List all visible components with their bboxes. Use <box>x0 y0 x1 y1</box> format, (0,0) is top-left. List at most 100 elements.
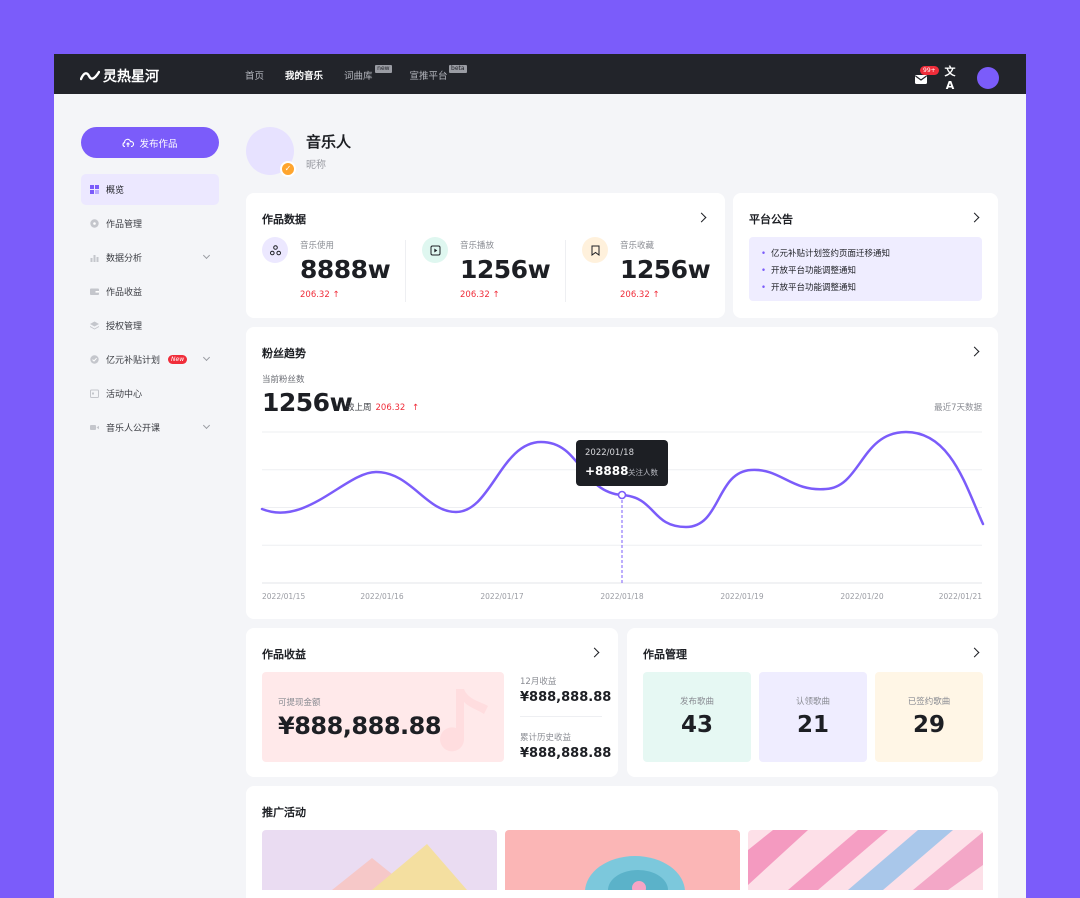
nav-my-music-label: 我的音乐 <box>285 71 324 82</box>
check-badge-icon <box>90 355 99 364</box>
promo-card: 推广活动 <box>246 786 998 898</box>
x-tick-label: 2022/01/18 <box>600 592 643 601</box>
nav-my-music[interactable]: 我的音乐 <box>285 68 323 82</box>
card-title: 作品收益 <box>262 648 306 661</box>
total-income: 累计历史收益 ¥888,888.88 <box>520 731 611 761</box>
app-window: 灵热星河 首页 我的音乐 词曲库 new 宣推平台 beta 99+ 文A 发布作品… <box>54 54 1026 898</box>
arrow-up-icon: ↑ <box>332 290 340 300</box>
sidebar-item-courses[interactable]: 音乐人公开课 <box>81 412 219 443</box>
card-title: 作品数据 <box>262 213 306 226</box>
sidebar-item-label: 活动中心 <box>106 390 143 400</box>
promo-shapes-3 <box>748 830 983 890</box>
promo-banner-3[interactable] <box>748 830 983 890</box>
translate-icon[interactable]: 文A <box>941 63 959 92</box>
notice-item[interactable]: 亿元补贴计划签约页面迁移通知 <box>761 246 970 263</box>
chevron-down-icon <box>202 353 211 362</box>
sidebar-item-subsidy[interactable]: 亿元补贴计划 New <box>81 344 219 375</box>
wallet-icon <box>90 288 99 295</box>
grid-icon <box>90 185 99 194</box>
chevron-down-icon <box>202 251 211 260</box>
notice-list: 亿元补贴计划签约页面迁移通知 开放平台功能调整通知 开放平台功能调整通知 <box>749 237 982 301</box>
beta-tag: beta <box>449 65 467 73</box>
user-avatar[interactable] <box>977 66 999 89</box>
logo-icon <box>80 70 100 81</box>
tile-label: 已签约歌曲 <box>907 697 951 707</box>
promo-banner-1[interactable] <box>262 830 497 890</box>
sidebar-item-events[interactable]: 活动中心 <box>81 378 219 409</box>
nav-promo-platform[interactable]: 宣推平台 beta <box>409 65 467 82</box>
x-tick-label: 2022/01/15 <box>262 592 305 601</box>
sidebar-item-license[interactable]: 授权管理 <box>81 310 219 341</box>
stat-change: 206.32 ↑ <box>300 290 340 300</box>
nav-promo-label: 宣推平台 <box>409 71 448 82</box>
sidebar-item-overview[interactable]: 概览 <box>81 174 219 205</box>
tile-value: 21 <box>796 712 829 738</box>
nav-lyrics-label: 词曲库 <box>344 71 373 82</box>
tile-signed[interactable]: 已签约歌曲 29 <box>875 672 983 762</box>
chevron-right-icon[interactable] <box>696 212 707 223</box>
sidebar-item-label: 作品收益 <box>106 288 143 298</box>
stat-change: 206.32 ↑ <box>620 290 660 300</box>
sidebar-item-analytics[interactable]: 数据分析 <box>81 242 219 273</box>
tile-published[interactable]: 发布歌曲 43 <box>643 672 751 762</box>
month-income-value: ¥888,888.88 <box>520 690 612 705</box>
tooltip-value: +8888 <box>585 464 628 478</box>
disc-icon <box>90 219 99 228</box>
verified-icon: ✓ <box>280 161 296 177</box>
top-bar: 灵热星河 首页 我的音乐 词曲库 new 宣推平台 beta 99+ 文A <box>54 54 1026 94</box>
nav-home-label: 首页 <box>245 71 265 82</box>
total-income-label: 累计历史收益 <box>520 733 572 743</box>
divider <box>565 240 566 302</box>
nav-lyrics-library[interactable]: 词曲库 new <box>344 65 392 82</box>
stat-change: 206.32 ↑ <box>460 290 500 300</box>
arrow-up-icon: ↑ <box>652 290 660 300</box>
chevron-right-icon[interactable] <box>589 647 600 658</box>
card-title: 作品管理 <box>643 648 687 661</box>
fans-line-chart: 2022/01/15 2022/01/16 2022/01/17 2022/01/18… <box>260 430 985 601</box>
mail-icon <box>915 74 927 84</box>
nav-home[interactable]: 首页 <box>245 68 264 82</box>
sidebar-item-label: 授权管理 <box>106 322 143 332</box>
total-income-value: ¥888,888.88 <box>520 746 612 761</box>
sidebar-item-label: 亿元补贴计划 <box>106 356 161 366</box>
sidebar-item-label: 作品管理 <box>106 220 143 230</box>
stat-change-value: 206.32 <box>300 290 330 300</box>
chevron-down-icon <box>202 421 211 430</box>
notice-item[interactable]: 开放平台功能调整通知 <box>761 280 970 297</box>
tooltip-label: 关注人数 <box>628 467 658 477</box>
tooltip-date: 2022/01/18 <box>585 448 634 458</box>
sidebar-item-works[interactable]: 作品管理 <box>81 208 219 239</box>
works-data-card: 作品数据 音乐使用 8888w 206.32 ↑ 音乐播放 1256w 206.… <box>246 193 725 318</box>
sidebar-item-label: 概览 <box>106 186 125 196</box>
bar-chart-icon <box>90 255 99 262</box>
tile-claimed[interactable]: 认领歌曲 21 <box>759 672 867 762</box>
stat-value: 1256w <box>460 255 551 284</box>
stat-label: 音乐播放 <box>460 241 495 251</box>
notice-item[interactable]: 开放平台功能调整通知 <box>761 263 970 280</box>
divider <box>405 240 406 302</box>
notice-card: 平台公告 亿元补贴计划签约页面迁移通知 开放平台功能调整通知 开放平台功能调整通… <box>733 193 998 318</box>
tile-value: 43 <box>680 712 713 738</box>
arrow-up-icon: ↑ <box>492 290 500 300</box>
profile-avatar[interactable]: ✓ <box>246 127 296 177</box>
share-nodes-icon <box>262 237 288 263</box>
video-icon <box>90 425 99 430</box>
sidebar-item-income[interactable]: 作品收益 <box>81 276 219 307</box>
tile-label: 认领歌曲 <box>795 697 830 707</box>
profile-header: ✓ 音乐人 昵称 <box>246 127 351 177</box>
mail-button[interactable]: 99+ <box>914 65 939 86</box>
publish-button[interactable]: 发布作品 <box>81 127 219 158</box>
promo-banner-2[interactable] <box>505 830 740 890</box>
stat-label: 音乐使用 <box>300 241 335 251</box>
chevron-right-icon[interactable] <box>969 647 980 658</box>
layers-icon <box>90 321 99 330</box>
promo-shapes-1 <box>332 844 467 890</box>
x-tick-label: 2022/01/19 <box>720 592 763 601</box>
withdrawable-box: 可提现金额 ¥888,888.88 <box>262 672 504 762</box>
new-badge: New <box>168 355 188 364</box>
logo[interactable]: 灵热星河 <box>80 66 159 86</box>
music-note-icon <box>440 689 488 752</box>
profile-info: 音乐人 昵称 <box>306 131 351 171</box>
chevron-right-icon[interactable] <box>969 212 980 223</box>
divider <box>520 716 602 717</box>
